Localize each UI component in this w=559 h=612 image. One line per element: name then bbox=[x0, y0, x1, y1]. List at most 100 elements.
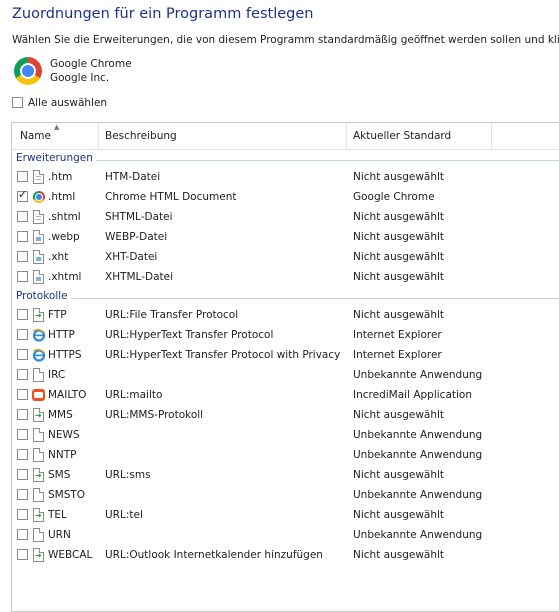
item-current-default: Nicht ausgewählt bbox=[353, 251, 445, 263]
list-item[interactable]: IRC Unbekannte Anwendung bbox=[12, 365, 559, 385]
row-checkbox[interactable] bbox=[17, 231, 28, 242]
list-item[interactable]: URN Unbekannte Anwendung bbox=[12, 525, 559, 545]
association-list[interactable]: Name ▲ Beschreibung Aktueller Standard E… bbox=[11, 122, 559, 612]
row-checkbox[interactable] bbox=[17, 188, 28, 202]
item-current-default: Nicht ausgewählt bbox=[353, 171, 445, 183]
item-current-default: Internet Explorer bbox=[353, 329, 442, 341]
blank-document-icon bbox=[32, 427, 46, 443]
link-document-icon: ➜ bbox=[32, 407, 46, 423]
row-checkbox[interactable] bbox=[17, 469, 28, 480]
list-item[interactable]: .html Chrome HTML Document Google Chrome bbox=[12, 187, 559, 207]
row-checkbox[interactable] bbox=[17, 171, 28, 182]
row-checkbox[interactable] bbox=[17, 309, 28, 320]
checkbox[interactable] bbox=[12, 97, 23, 108]
item-name: .htm bbox=[48, 171, 73, 183]
row-checkbox[interactable] bbox=[17, 271, 28, 282]
item-current-default: Unbekannte Anwendung bbox=[353, 369, 483, 381]
item-name: .xhtml bbox=[48, 271, 82, 283]
program-vendor: Google Inc. bbox=[50, 72, 110, 84]
item-description: Chrome HTML Document bbox=[105, 191, 237, 203]
item-description: XHTML-Datei bbox=[105, 271, 174, 283]
list-item[interactable]: HTTPS URL:HyperText Transfer Protocol wit… bbox=[12, 345, 559, 365]
list-item[interactable]: ➜ MMS URL:MMS-Protokoll Nicht ausgewählt bbox=[12, 405, 559, 425]
list-item[interactable]: ➜ FTP URL:File Transfer Protocol Nicht ausg… bbox=[12, 305, 559, 325]
document-icon bbox=[32, 169, 46, 185]
select-all-label: Alle auswählen bbox=[28, 97, 108, 109]
column-header-description[interactable]: Beschreibung bbox=[105, 130, 177, 142]
item-name: FTP bbox=[48, 309, 67, 321]
row-checkbox[interactable] bbox=[17, 429, 28, 440]
item-current-default: Unbekannte Anwendung bbox=[353, 529, 483, 541]
row-checkbox[interactable] bbox=[17, 529, 28, 540]
item-current-default: Unbekannte Anwendung bbox=[353, 429, 483, 441]
list-item[interactable]: SMSTO Unbekannte Anwendung bbox=[12, 485, 559, 505]
list-item[interactable]: ➜ TEL URL:tel Nicht ausgewählt bbox=[12, 505, 559, 525]
column-divider[interactable] bbox=[491, 123, 492, 149]
blank-document-icon bbox=[32, 487, 46, 503]
item-current-default: Google Chrome bbox=[353, 191, 435, 203]
item-current-default: IncrediMail Application bbox=[353, 389, 472, 401]
item-current-default: Nicht ausgewählt bbox=[353, 271, 445, 283]
chrome-icon bbox=[14, 57, 42, 85]
program-name: Google Chrome bbox=[50, 58, 132, 70]
item-current-default: Nicht ausgewählt bbox=[353, 509, 445, 521]
group-divider bbox=[16, 160, 559, 161]
list-item[interactable]: ➜ WEBCAL URL:Outlook Internetkalender hinz… bbox=[12, 545, 559, 565]
list-item[interactable]: HTTP URL:HyperText Transfer Protocol Inter… bbox=[12, 325, 559, 345]
item-description: SHTML-Datei bbox=[105, 211, 173, 223]
sort-ascending-icon: ▲ bbox=[54, 123, 60, 131]
item-name: HTTP bbox=[48, 329, 75, 341]
list-item[interactable]: NNTP Unbekannte Anwendung bbox=[12, 445, 559, 465]
row-checkbox[interactable] bbox=[17, 211, 28, 222]
item-current-default: Nicht ausgewählt bbox=[353, 469, 445, 481]
item-name: MAILTO bbox=[48, 389, 87, 401]
row-checkbox[interactable] bbox=[17, 349, 28, 360]
blank-document-icon bbox=[32, 527, 46, 543]
column-divider[interactable] bbox=[98, 123, 99, 149]
list-item[interactable]: .xhtml XHTML-Datei Nicht ausgewählt bbox=[12, 267, 559, 287]
list-item[interactable]: MAILTO URL:mailto IncrediMail Application bbox=[12, 385, 559, 405]
list-item[interactable]: .shtml SHTML-Datei Nicht ausgewählt bbox=[12, 207, 559, 227]
group-header: Protokolle bbox=[12, 289, 559, 305]
list-item[interactable]: .htm HTM-Datei Nicht ausgewählt bbox=[12, 167, 559, 187]
column-header-current-default[interactable]: Aktueller Standard bbox=[353, 130, 451, 142]
item-current-default: Nicht ausgewählt bbox=[353, 309, 445, 321]
list-item[interactable]: ➜ SMS URL:sms Nicht ausgewählt bbox=[12, 465, 559, 485]
item-description: URL:MMS-Protokoll bbox=[105, 409, 204, 421]
row-checkbox[interactable] bbox=[17, 369, 28, 380]
row-checkbox[interactable] bbox=[17, 389, 28, 400]
item-current-default: Nicht ausgewählt bbox=[353, 231, 445, 243]
link-document-icon: ➜ bbox=[32, 547, 46, 563]
item-current-default: Nicht ausgewählt bbox=[353, 211, 445, 223]
item-name: NNTP bbox=[48, 449, 77, 461]
row-checkbox[interactable] bbox=[17, 251, 28, 262]
item-description: URL:HyperText Transfer Protocol with Pri… bbox=[105, 349, 341, 361]
row-checkbox[interactable] bbox=[17, 549, 28, 560]
image-document-icon bbox=[32, 229, 46, 245]
blank-document-icon bbox=[32, 447, 46, 463]
item-name: IRC bbox=[48, 369, 66, 381]
row-checkbox[interactable] bbox=[17, 509, 28, 520]
group-divider bbox=[16, 298, 559, 299]
row-checkbox[interactable] bbox=[17, 409, 28, 420]
item-name: SMS bbox=[48, 469, 71, 481]
item-name: MMS bbox=[48, 409, 73, 421]
row-checkbox[interactable] bbox=[17, 329, 28, 340]
item-current-default: Nicht ausgewählt bbox=[353, 409, 445, 421]
item-current-default: Unbekannte Anwendung bbox=[353, 449, 483, 461]
column-header-name[interactable]: Name bbox=[20, 130, 51, 142]
group-label: Protokolle bbox=[16, 290, 71, 302]
row-checkbox[interactable] bbox=[17, 489, 28, 500]
list-item[interactable]: .webp WEBP-Datei Nicht ausgewählt bbox=[12, 227, 559, 247]
link-document-icon: ➜ bbox=[32, 467, 46, 483]
row-checkbox[interactable] bbox=[17, 449, 28, 460]
item-current-default: Internet Explorer bbox=[353, 349, 442, 361]
list-item[interactable]: NEWS Unbekannte Anwendung bbox=[12, 425, 559, 445]
item-description: URL:tel bbox=[105, 509, 143, 521]
image-document-icon bbox=[32, 249, 46, 265]
column-divider[interactable] bbox=[346, 123, 347, 149]
page-instructions: Wählen Sie die Erweiterungen, die von di… bbox=[12, 34, 559, 46]
mail-icon bbox=[32, 387, 46, 403]
list-item[interactable]: .xht XHT-Datei Nicht ausgewählt bbox=[12, 247, 559, 267]
link-document-icon: ➜ bbox=[32, 507, 46, 523]
